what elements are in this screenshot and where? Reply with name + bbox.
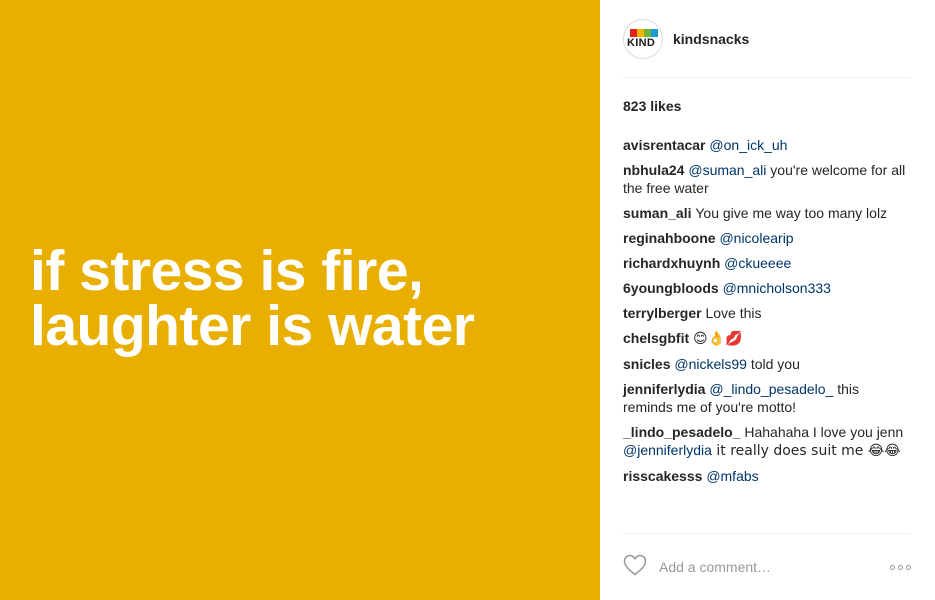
post-sidebar: KIND kindsnacks 823 likes avisrentacar @… (600, 0, 935, 600)
post-image-text: if stress is fire, laughter is water (30, 239, 475, 358)
more-dot (898, 564, 903, 570)
comment-item: _lindo_pesadelo_ Hahahaha I love you jen… (623, 423, 911, 460)
post-image-line-1: if stress is fire, (30, 239, 424, 303)
instagram-post: if stress is fire, laughter is water KIN… (0, 0, 935, 600)
comment-username[interactable]: snicles (623, 356, 674, 372)
comment-list: avisrentacar @on_ick_uh nbhula24 @suman_… (623, 136, 911, 485)
comment-mention[interactable]: @suman_ali (688, 162, 766, 178)
more-options-icon[interactable] (890, 561, 911, 574)
logo-red-bar (630, 28, 637, 37)
comment-username[interactable]: terrylberger (623, 305, 705, 321)
logo-yellow-bar (637, 28, 644, 37)
logo-blue-bar (651, 28, 658, 37)
comment-username[interactable]: nbhula24 (623, 162, 688, 178)
comment-username[interactable]: suman_ali (623, 205, 695, 221)
comment-item: 6youngbloods @mnicholson333 (623, 279, 911, 297)
comment-item: suman_ali You give me way too many lolz (623, 204, 911, 222)
comment-text: told you (746, 356, 800, 372)
more-dot (906, 564, 911, 570)
comment-item: nbhula24 @suman_ali you're welcome for a… (623, 161, 911, 197)
comment-mention[interactable]: @mnicholson333 (723, 280, 831, 296)
heart-outline-icon[interactable] (623, 554, 659, 581)
comment-item: jenniferlydia @_lindo_pesadelo_ this rem… (623, 380, 911, 416)
comment-username[interactable]: reginahboone (623, 230, 719, 246)
comment-emoji-text: 😊👌💋 (693, 331, 743, 347)
comment-username[interactable]: _lindo_pesadelo_ (623, 424, 744, 440)
comment-mention[interactable]: @_lindo_pesadelo_ (709, 381, 833, 397)
comment-mention[interactable]: @mfabs (706, 468, 758, 484)
comment-item: reginahboone @nicolearip (623, 229, 911, 247)
comment-username[interactable]: jenniferlydia (623, 381, 709, 397)
post-author-username[interactable]: kindsnacks (673, 31, 749, 47)
comment-text: You give me way too many lolz (695, 205, 888, 221)
comment-username[interactable]: risscakesss (623, 468, 706, 484)
post-image[interactable]: if stress is fire, laughter is water (0, 0, 600, 600)
comment-text: Hahahaha I love you jenn (744, 424, 904, 440)
comment-text-continued: it really does suit me 😂😂 (711, 443, 901, 459)
likes-count[interactable]: 823 likes (623, 98, 911, 114)
add-comment-input[interactable] (659, 559, 890, 575)
comment-mention[interactable]: @nickels99 (674, 356, 747, 372)
comment-mention[interactable]: @jenniferlydia (623, 442, 712, 458)
comment-username[interactable]: avisrentacar (623, 137, 709, 153)
comment-item: chelsgbfit 😊👌💋 (623, 329, 911, 348)
comment-item: snicles @nickels99 told you (623, 355, 911, 373)
more-dot (890, 564, 895, 570)
post-image-line-2: laughter is water (30, 294, 475, 358)
avatar-logo-text: KIND (627, 36, 656, 49)
post-header: KIND kindsnacks (623, 0, 911, 78)
comment-username[interactable]: chelsgbfit (623, 330, 693, 346)
comment-mention[interactable]: @on_ick_uh (709, 137, 787, 153)
comment-username[interactable]: 6youngbloods (623, 280, 723, 296)
logo-green-bar (644, 28, 651, 37)
avatar[interactable]: KIND (623, 18, 663, 59)
comment-username[interactable]: richardxhuynh (623, 255, 724, 271)
comment-footer (623, 533, 911, 600)
comment-item: risscakesss @mfabs (623, 467, 911, 485)
comment-text: Love this (705, 305, 762, 321)
comment-item: richardxhuynh @ckueeee (623, 254, 911, 272)
comment-mention[interactable]: @nicolearip (719, 230, 793, 246)
heart-outline-icon-svg (623, 554, 647, 575)
comment-mention[interactable]: @ckueeee (724, 255, 791, 271)
comment-item: terrylberger Love this (623, 304, 911, 322)
comment-item: avisrentacar @on_ick_uh (623, 136, 911, 154)
